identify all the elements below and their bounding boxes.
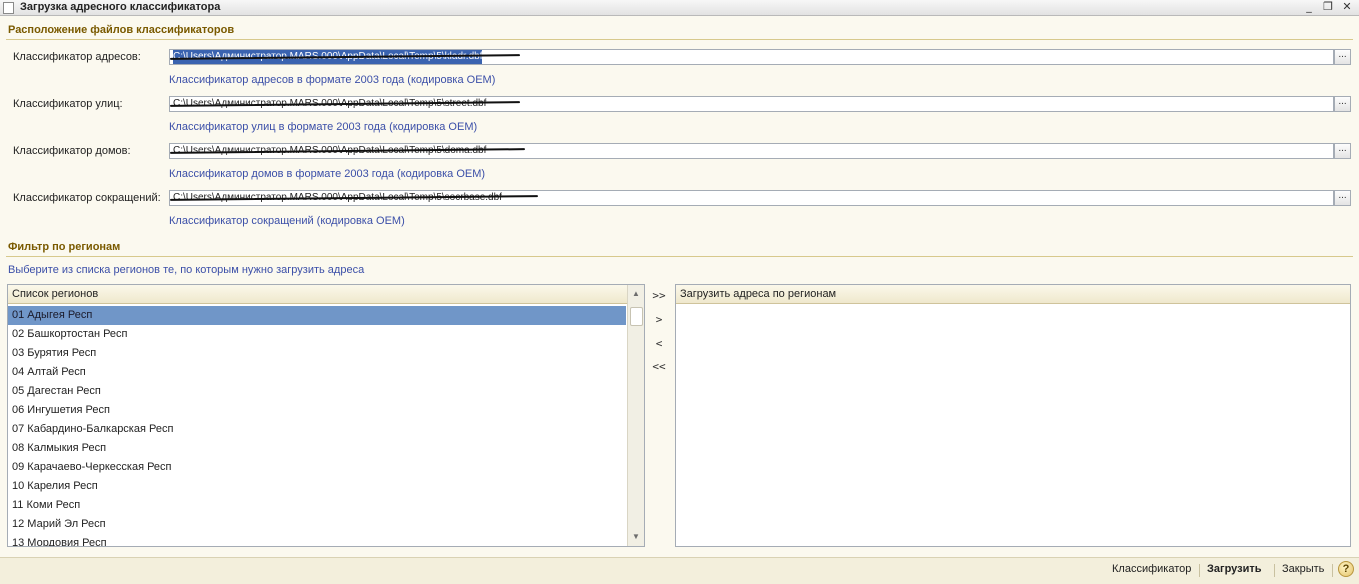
abbreviation-classifier-input[interactable]: C:\Users\Администратор.MARS.000\AppData\… <box>169 190 1334 206</box>
restore-icon[interactable]: ❐ <box>1321 0 1335 14</box>
region-list-item[interactable]: 02 Башкортостан Респ <box>8 325 626 344</box>
files-section-divider <box>6 39 1353 40</box>
region-list-item[interactable]: 12 Марий Эл Респ <box>8 515 626 534</box>
region-list-item[interactable]: 08 Калмыкия Респ <box>8 439 626 458</box>
region-list-item[interactable]: 05 Дагестан Респ <box>8 382 626 401</box>
scroll-up-icon[interactable]: ▲ <box>628 286 644 302</box>
filter-section-divider <box>6 256 1353 257</box>
window-titlebar: Загрузка адресного классификатора _ ❐ ✕ <box>0 0 1359 16</box>
selected-regions-list[interactable]: Загрузить адреса по регионам <box>675 284 1351 547</box>
region-list-header: Список регионов <box>8 285 628 304</box>
house-classifier-label: Классификатор домов: <box>13 145 131 157</box>
add-one-button[interactable]: > <box>650 312 668 328</box>
region-list-item[interactable]: 13 Мордовия Респ <box>8 534 626 546</box>
region-list-item[interactable]: 11 Коми Респ <box>8 496 626 515</box>
classifier-button[interactable]: Классификатор <box>1112 563 1191 575</box>
region-list-scrollbar[interactable]: ▲ ▼ <box>627 285 644 546</box>
address-classifier-label: Классификатор адресов: <box>13 51 141 63</box>
region-list-item[interactable]: 07 Кабардино-Балкарская Респ <box>8 420 626 439</box>
region-list-item[interactable]: 01 Адыгея Респ <box>8 306 626 325</box>
separator <box>1199 564 1200 577</box>
house-classifier-hint: Классификатор домов в формате 2003 года … <box>169 168 486 180</box>
selected-regions-header: Загрузить адреса по регионам <box>676 285 1350 304</box>
region-list-item[interactable]: 03 Бурятия Респ <box>8 344 626 363</box>
scroll-down-icon[interactable]: ▼ <box>628 529 644 545</box>
abbreviation-classifier-hint: Классификатор сокращений (кодировка OEM) <box>169 215 405 227</box>
load-button[interactable]: Загрузить <box>1207 563 1262 575</box>
street-classifier-label: Классификатор улиц: <box>13 98 123 110</box>
abbreviation-classifier-browse-button[interactable]: ... <box>1334 190 1351 206</box>
remove-one-button[interactable]: < <box>650 336 668 352</box>
separator <box>1274 564 1275 577</box>
region-list[interactable]: Список регионов 01 Адыгея Респ 02 Башкор… <box>7 284 645 547</box>
minimize-icon[interactable]: _ <box>1302 0 1316 14</box>
region-list-item[interactable]: 06 Ингушетия Респ <box>8 401 626 420</box>
region-list-item[interactable]: 10 Карелия Респ <box>8 477 626 496</box>
address-classifier-hint: Классификатор адресов в формате 2003 год… <box>169 74 496 86</box>
filter-section-title: Фильтр по регионам <box>8 241 121 253</box>
close-button[interactable]: Закрыть <box>1282 563 1324 575</box>
filter-hint: Выберите из списка регионов те, по котор… <box>8 264 365 276</box>
address-classifier-input[interactable]: C:\Users\Администратор.MARS.000\AppData\… <box>169 49 1334 65</box>
files-section-title: Расположение файлов классификаторов <box>8 24 235 36</box>
region-list-item[interactable]: 09 Карачаево-Черкесская Респ <box>8 458 626 477</box>
address-classifier-browse-button[interactable]: ... <box>1334 49 1351 65</box>
house-classifier-browse-button[interactable]: ... <box>1334 143 1351 159</box>
document-icon <box>3 2 14 14</box>
remove-all-button[interactable]: << <box>650 359 668 375</box>
street-classifier-browse-button[interactable]: ... <box>1334 96 1351 112</box>
street-classifier-hint: Классификатор улиц в формате 2003 года (… <box>169 121 478 133</box>
abbreviation-classifier-label: Классификатор сокращений: <box>13 192 161 204</box>
region-list-item[interactable]: 04 Алтай Респ <box>8 363 626 382</box>
window-title: Загрузка адресного классификатора <box>20 1 221 13</box>
command-bar: Классификатор Загрузить Закрыть ? <box>0 557 1359 584</box>
add-all-button[interactable]: >> <box>650 288 668 304</box>
street-classifier-input[interactable]: C:\Users\Администратор.MARS.000\AppData\… <box>169 96 1334 112</box>
help-icon[interactable]: ? <box>1338 561 1354 577</box>
close-icon[interactable]: ✕ <box>1340 0 1354 14</box>
separator <box>1332 564 1333 577</box>
scroll-thumb[interactable] <box>630 307 643 326</box>
house-classifier-input[interactable]: C:\Users\Администратор.MARS.000\AppData\… <box>169 143 1334 159</box>
